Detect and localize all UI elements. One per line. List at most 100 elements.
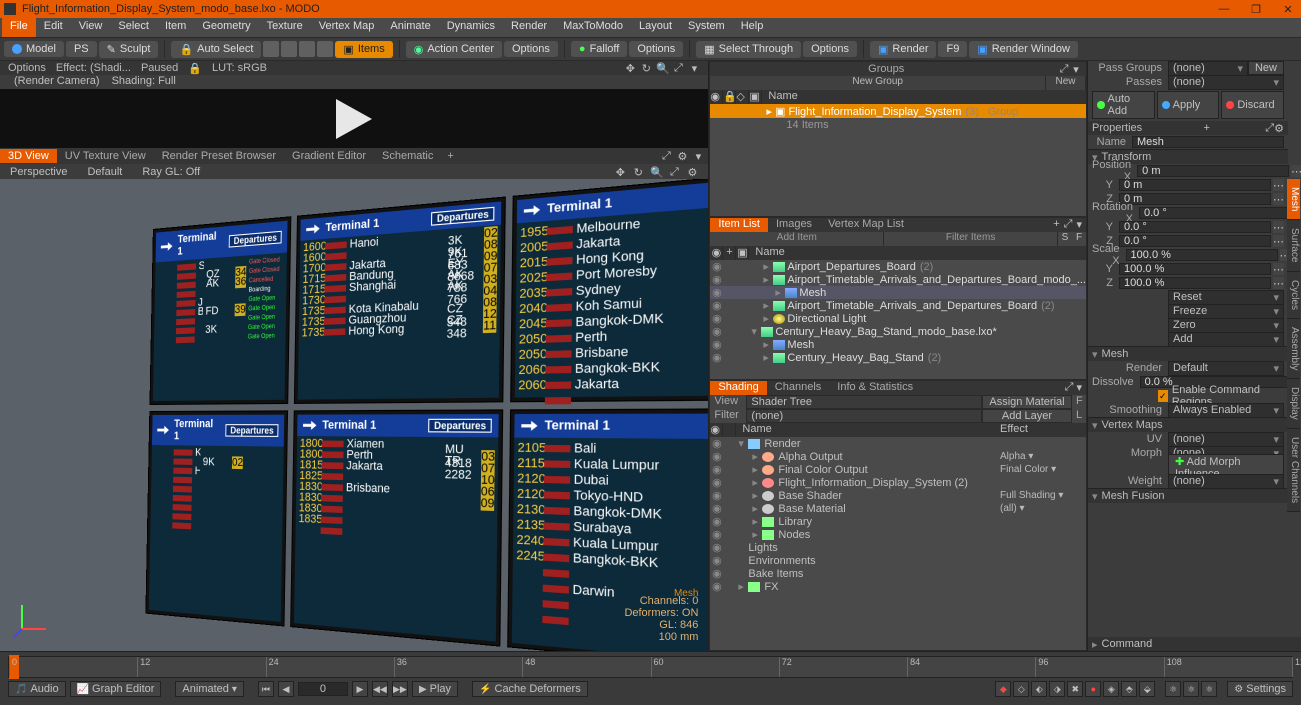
shader-row[interactable]: ◉▸Flight_Information_Display_System (2) — [710, 476, 1086, 489]
add-layer-button[interactable]: Add Layer — [982, 409, 1072, 423]
play-button[interactable]: ▶ Play — [412, 681, 458, 697]
tab-images[interactable]: Images — [768, 218, 820, 232]
shader-filter-dropdown[interactable]: (none) — [746, 409, 982, 423]
key-toggle-icon[interactable]: ◈ — [1103, 681, 1119, 697]
solver-a-icon[interactable]: ⚛ — [1165, 681, 1181, 697]
menu-geometry[interactable]: Geometry — [194, 18, 258, 37]
menu-select[interactable]: Select — [110, 18, 157, 37]
filter-f-button[interactable]: F — [1072, 232, 1086, 246]
tab-render-preset-browser[interactable]: Render Preset Browser — [154, 149, 284, 163]
tab-info-&-statistics[interactable]: Info & Statistics — [829, 381, 921, 395]
goto-start-icon[interactable]: ⏮ — [258, 681, 274, 697]
zero-dropdown[interactable]: Zero — [1168, 318, 1284, 333]
viewtab-gear-icon[interactable]: ⚙ — [676, 150, 688, 162]
play-backward-icon[interactable]: ◀◀ — [372, 681, 388, 697]
play-forward-icon[interactable]: ▶▶ — [392, 681, 408, 697]
play-icon[interactable] — [336, 99, 372, 139]
render-window-button[interactable]: ▣Render Window — [969, 41, 1078, 58]
menu-maxtomodo[interactable]: MaxToModo — [555, 18, 631, 37]
position-y-input[interactable] — [1119, 179, 1271, 191]
sidetab-assembly[interactable]: Assembly — [1287, 319, 1300, 379]
viewtab-menu-icon[interactable]: ▾ — [692, 150, 704, 162]
sidetab-cycles[interactable]: Cycles — [1287, 272, 1300, 319]
sidetab-surface[interactable]: Surface — [1287, 220, 1300, 271]
ecr-checkbox[interactable]: ✓ — [1158, 390, 1168, 402]
key-mode-b-icon[interactable]: ⬙ — [1139, 681, 1155, 697]
menu-dynamics[interactable]: Dynamics — [439, 18, 503, 37]
solver-c-icon[interactable]: ⚛ — [1201, 681, 1217, 697]
props-expand-icon[interactable]: ⤢ — [1265, 122, 1274, 135]
viewport-gear-icon[interactable]: ⚙ — [686, 166, 698, 178]
preview-shading[interactable]: Shading: Full — [112, 75, 176, 89]
preview-pan-icon[interactable]: ✥ — [624, 62, 636, 74]
tab-item-list[interactable]: Item List — [710, 218, 768, 232]
maximize-button[interactable]: ❐ — [1247, 3, 1265, 16]
weight-dropdown[interactable]: (none) — [1168, 474, 1284, 489]
expand-header-icon[interactable]: + — [723, 246, 736, 260]
shader-row[interactable]: ◉Lights — [710, 541, 1086, 554]
graph-editor-button[interactable]: 📈 Graph Editor — [70, 681, 162, 697]
add-item-dropdown[interactable]: Add Item — [710, 232, 884, 246]
name-input[interactable] — [1132, 136, 1284, 148]
menu-animate[interactable]: Animate — [382, 18, 438, 37]
key-set-icon[interactable]: ◆ — [995, 681, 1011, 697]
sculpt-button[interactable]: ✎Sculpt — [99, 41, 159, 58]
rotation-x-input[interactable] — [1139, 207, 1291, 219]
assign-material-button[interactable]: Assign Material — [982, 395, 1072, 409]
solver-b-icon[interactable]: ⚛ — [1183, 681, 1199, 697]
key-mode-a-icon[interactable]: ⬘ — [1121, 681, 1137, 697]
filter-items-input[interactable]: Filter Items — [884, 232, 1058, 246]
item-row[interactable]: ◉▸Airport_Timetable_Arrivals_and_Departu… — [710, 299, 1086, 312]
rotation-z-input[interactable] — [1119, 235, 1271, 247]
select-mode-icons[interactable] — [263, 41, 333, 57]
frame-input[interactable]: 0 — [298, 682, 348, 696]
command-input[interactable]: ▸Command — [1088, 637, 1301, 651]
rotation-y-input[interactable] — [1119, 221, 1271, 233]
item-row[interactable]: ◉▸Mesh — [710, 338, 1086, 351]
shader-row[interactable]: ◉▸Base ShaderFull Shading ▾ — [710, 489, 1086, 502]
viewport-3d[interactable]: Terminal 1DeparturesSemarangGate ClosedQ… — [0, 179, 708, 651]
menu-render[interactable]: Render — [503, 18, 555, 37]
shader-row[interactable]: ◉▾Render — [710, 437, 1086, 450]
step-forward-icon[interactable]: ▶ — [352, 681, 368, 697]
filter-s-button[interactable]: S — [1058, 232, 1072, 246]
uv-dropdown[interactable]: (none) — [1168, 432, 1284, 447]
filter-l-icon[interactable]: L — [1072, 409, 1086, 423]
item-row[interactable]: ◉▸Century_Heavy_Bag_Stand(2) — [710, 351, 1086, 364]
preview-menu-icon[interactable]: ▾ — [688, 62, 700, 74]
panel-expand-icon[interactable]: ⤢ — [1058, 63, 1070, 76]
pos-x-menu-icon[interactable]: ⋯ — [1291, 165, 1301, 177]
shader-row[interactable]: ◉▸Nodes — [710, 528, 1086, 541]
select-edge-icon[interactable] — [281, 41, 297, 57]
ps-button[interactable]: PS — [66, 41, 97, 57]
menu-help[interactable]: Help — [733, 18, 772, 37]
sidetab-mesh[interactable]: Mesh — [1287, 179, 1300, 220]
shader-row[interactable]: ◉▸Final Color OutputFinal Color ▾ — [710, 463, 1086, 476]
shader-row[interactable]: ◉▸FX — [710, 580, 1086, 593]
item-row[interactable]: ◉▸Directional Light — [710, 312, 1086, 325]
tab-channels[interactable]: Channels — [767, 381, 829, 395]
timeline-ruler[interactable]: 01224364860728496108120 — [8, 656, 1293, 678]
preview-refresh-icon[interactable]: ↻ — [640, 62, 652, 74]
render-f9[interactable]: F9 — [938, 41, 967, 57]
animated-dropdown[interactable]: Animated ▾ — [175, 681, 244, 697]
menu-edit[interactable]: Edit — [36, 18, 71, 37]
passes-dropdown[interactable]: (none) — [1168, 75, 1284, 90]
item-row[interactable]: ◉▸Mesh — [710, 286, 1086, 299]
key-all-icon[interactable]: ◇ — [1013, 681, 1029, 697]
color-header-icon[interactable]: ▣ — [736, 246, 749, 260]
tab-uv-texture-view[interactable]: UV Texture View — [57, 149, 154, 163]
close-button[interactable]: ✕ — [1279, 3, 1297, 16]
visibility-column-icon[interactable]: ◉ — [710, 90, 723, 104]
viewport-maximize-icon[interactable]: ⤢ — [668, 166, 680, 178]
discard-button[interactable]: Discard — [1221, 91, 1284, 119]
menu-file[interactable]: File — [2, 18, 36, 37]
tab-3d-view[interactable]: 3D View — [0, 149, 57, 163]
key-next-icon[interactable]: ⬗ — [1049, 681, 1065, 697]
viewtab-expand-icon[interactable]: ⤢ — [660, 150, 672, 162]
action-center-button[interactable]: ◉Action Center — [406, 41, 502, 58]
preview-camera[interactable]: (Render Camera) — [14, 75, 100, 89]
menu-vertex-map[interactable]: Vertex Map — [311, 18, 383, 37]
viewport-zoom-icon[interactable]: 🔍 — [650, 166, 662, 178]
filter-f-icon[interactable]: F — [1072, 395, 1086, 409]
